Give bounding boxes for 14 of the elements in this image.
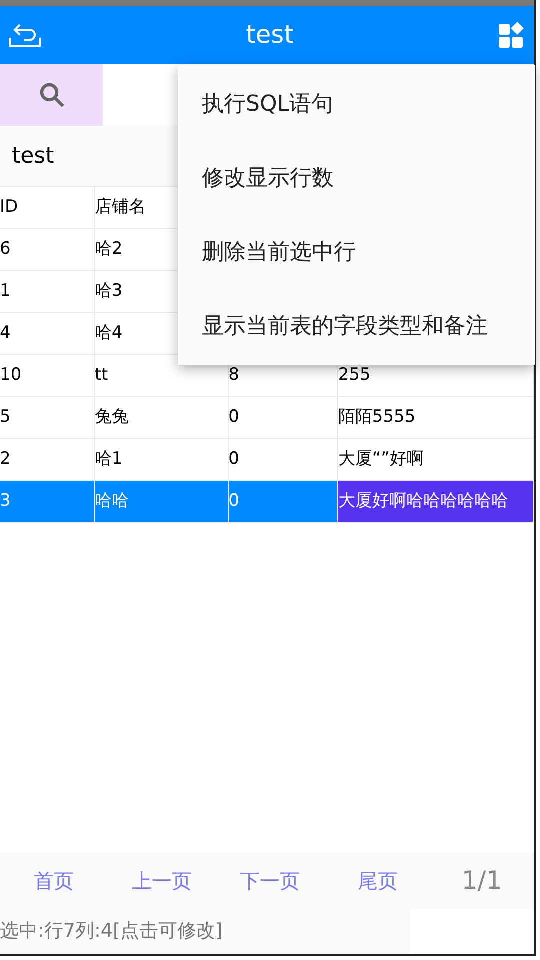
table-cell[interactable]: 3 bbox=[0, 481, 95, 523]
table-name: test bbox=[12, 142, 54, 170]
back-icon[interactable] bbox=[8, 22, 42, 48]
screen-title: test bbox=[246, 19, 294, 52]
table-cell[interactable]: 大厦好啊哈哈哈哈哈哈 bbox=[338, 481, 534, 523]
table-row[interactable]: 2 哈1 0 大厦“”好啊 bbox=[0, 438, 534, 480]
search-button[interactable] bbox=[0, 64, 103, 126]
page-indicator: 1/1 bbox=[460, 865, 504, 898]
table-row[interactable]: 3 哈哈 0 大厦好啊哈哈哈哈哈哈 bbox=[0, 480, 534, 522]
status-text: 选中:行7列:4[点击可修改] bbox=[0, 919, 223, 944]
grid-icon[interactable] bbox=[498, 21, 526, 49]
table-cell[interactable]: 哈哈 bbox=[94, 481, 229, 523]
menu-item[interactable]: 执行SQL语句 bbox=[178, 67, 535, 141]
table-row[interactable]: 5 兔兔 0 陌陌5555 bbox=[0, 396, 534, 438]
